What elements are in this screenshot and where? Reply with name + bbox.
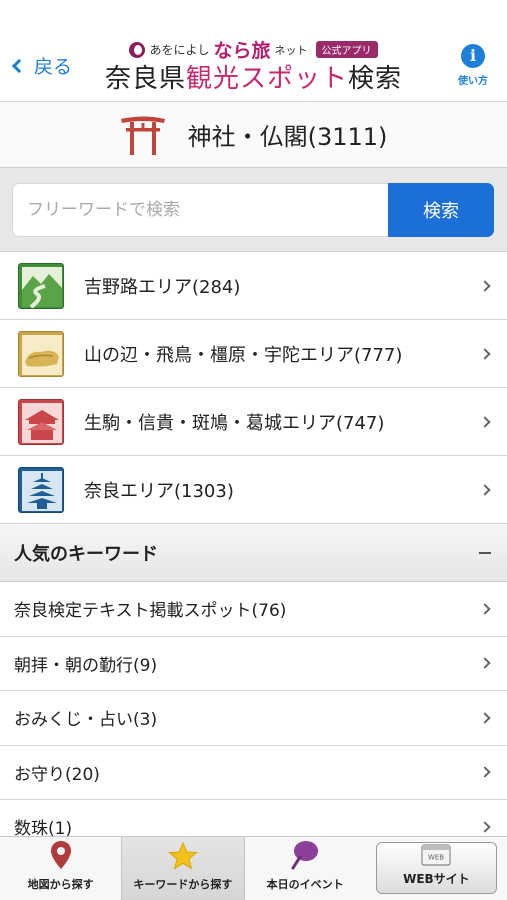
search-button[interactable]: 検索 [388,183,494,237]
chevron-right-icon [479,712,491,724]
tab-website[interactable]: WEB WEBサイト [366,837,507,900]
area-row-ikoma[interactable]: 生駒・信貴・斑鳩・葛城エリア(747) [0,388,507,456]
tab-today-events[interactable]: 本日のイベント [245,837,366,900]
category-title: 神社・仏閣(3111) [187,123,388,151]
tab-map-search[interactable]: 地図から探す [0,837,121,900]
category-bar: 神社・仏閣(3111) [0,102,507,168]
yoshino-mountain-icon [18,262,64,309]
brand-prefix: あをによし [149,43,210,57]
tab-label: 本日のイベント [266,878,344,891]
area-list: 吉野路エリア(284) 山の辺・飛鳥・橿原・宇陀エリア(777) 生駒・信貴・斑… [0,252,507,524]
website-button[interactable]: WEB WEBサイト [375,842,497,894]
area-label: 吉野路エリア(284) [84,276,241,298]
collapse-minus-icon[interactable] [479,552,491,554]
keyword-row[interactable]: 朝拝・朝の勤行(9) [0,636,507,691]
area-row-asuka[interactable]: 山の辺・飛鳥・橿原・宇陀エリア(777) [0,320,507,388]
svg-text:WEB: WEB [428,854,444,862]
keyword-list: 奈良検定テキスト掲載スポット(76) 朝拝・朝の勤行(9) おみくじ・占い(3)… [0,582,507,855]
app-header: 戻る あをによし なら旅 ネット 公式アプリ 奈良県観光スポット検索 i 使い方 [0,0,507,102]
chevron-right-icon [479,603,491,615]
brand-logo-icon [129,41,146,58]
chevron-right-icon [479,766,491,778]
tab-label: キーワードから探す [133,878,233,891]
chevron-right-icon [479,821,491,833]
star-icon [168,842,198,870]
chevron-right-icon [479,279,491,292]
help-label: 使い方 [458,76,488,87]
chevron-right-icon [479,657,491,669]
chevron-right-icon [479,347,491,360]
nara-pagoda-icon [18,466,64,513]
area-label: 山の辺・飛鳥・橿原・宇陀エリア(777) [84,344,403,366]
keyword-section-header[interactable]: 人気のキーワード [0,524,507,582]
area-row-yoshino[interactable]: 吉野路エリア(284) [0,252,507,320]
tab-label: WEBサイト [403,872,470,886]
keyword-label: 奈良検定テキスト掲載スポット(76) [14,601,287,622]
search-input[interactable] [12,183,390,237]
title-part1: 奈良県 [104,64,186,94]
tab-keyword-search[interactable]: キーワードから探す [121,837,245,900]
official-app-badge: 公式アプリ [315,41,378,58]
uchiwa-fan-icon [291,841,319,870]
keyword-label: お守り(20) [14,764,100,785]
chevron-right-icon [479,483,491,496]
keyword-row[interactable]: お守り(20) [0,745,507,800]
web-browser-icon: WEB [421,844,451,866]
page-title: 奈良県観光スポット検索 [0,58,507,95]
asuka-stone-icon [18,330,64,377]
info-icon: i [461,44,485,68]
search-bar: 検索 [0,168,507,252]
chevron-right-icon [479,415,491,428]
keyword-label: 朝拝・朝の勤行(9) [14,655,158,676]
keyword-section-title: 人気のキーワード [14,543,158,565]
brand-suffix: ネット [274,43,308,57]
keyword-row[interactable]: おみくじ・占い(3) [0,691,507,746]
tab-label: 地図から探す [27,878,94,891]
area-label: 生駒・信貴・斑鳩・葛城エリア(747) [84,412,385,434]
help-button[interactable]: i 使い方 [453,44,493,87]
area-row-nara[interactable]: 奈良エリア(1303) [0,456,507,524]
bottom-tab-bar: 地図から探す キーワードから探す 本日のイベント WEB WEBサイト [0,836,507,900]
area-label: 奈良エリア(1303) [84,480,234,502]
torii-gate-icon [120,116,165,155]
keyword-row[interactable]: 奈良検定テキスト掲載スポット(76) [0,582,507,637]
map-pin-icon [50,841,71,869]
keyword-label: おみくじ・占い(3) [14,710,158,731]
title-part2: 検索 [348,64,403,94]
title-accent: 観光スポット [185,64,348,94]
ikoma-temple-icon [18,398,64,445]
